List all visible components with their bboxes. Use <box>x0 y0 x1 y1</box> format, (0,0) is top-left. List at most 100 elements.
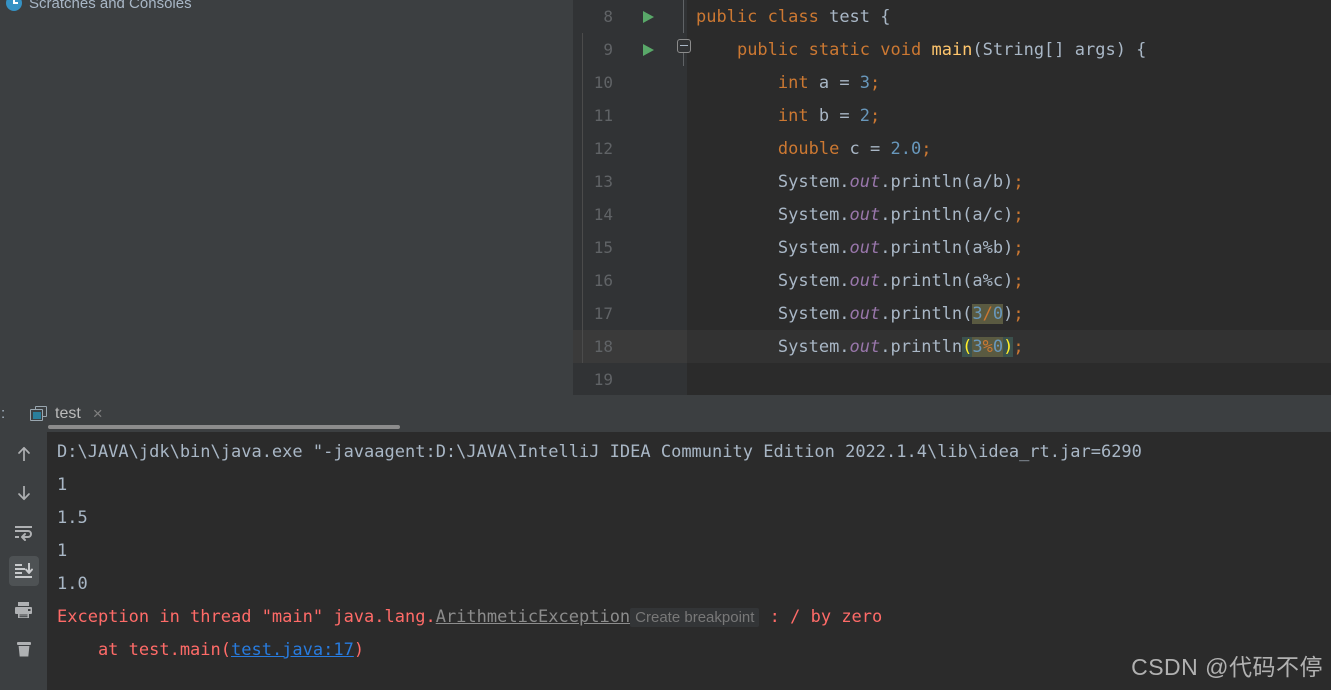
code-token: System. <box>777 171 850 192</box>
line-number: 8 <box>603 7 613 26</box>
soft-wrap-icon[interactable] <box>9 517 39 547</box>
code-editor[interactable]: 8 public class test {9 public static void… <box>573 0 1331 396</box>
close-icon[interactable]: × <box>89 405 103 422</box>
code-token: ; <box>1013 204 1024 225</box>
code-line[interactable]: 10 int a = 3; <box>573 66 1331 99</box>
printer-icon[interactable] <box>9 595 39 625</box>
exception-separator: : <box>759 607 791 627</box>
code-token: ( <box>962 336 973 357</box>
code-line[interactable]: 11 int b = 2; <box>573 99 1331 132</box>
editor-gutter[interactable]: 15 <box>573 231 687 264</box>
code-token: System. <box>777 303 850 324</box>
run-icon[interactable] <box>643 10 654 23</box>
fold-collapse-icon[interactable] <box>677 39 691 53</box>
editor-gutter[interactable]: 11 <box>573 99 687 132</box>
indent-guide <box>582 330 583 363</box>
indent-guide <box>582 33 583 66</box>
code-token: System. <box>777 237 850 258</box>
code-token: int <box>777 72 819 93</box>
code-token: out <box>849 270 881 291</box>
editor-gutter[interactable]: 8 <box>573 0 687 33</box>
project-tool-panel[interactable]: Scratches and Consoles <box>0 0 573 395</box>
code-token: .println(a/c) <box>880 204 1014 225</box>
active-tab-indicator <box>48 425 400 429</box>
editor-gutter[interactable]: 14 <box>573 198 687 231</box>
indent-guide <box>582 297 583 330</box>
code-line-text: public static void main(String[] args) { <box>582 33 1331 66</box>
fold-rail <box>683 53 684 66</box>
code-token: .println(a%c) <box>880 270 1014 291</box>
editor-gutter[interactable]: 16 <box>573 264 687 297</box>
scroll-to-end-icon[interactable] <box>8 556 39 586</box>
run-tool-window: : test × D:\JAVA\jdk\bin\java.exe "-java… <box>0 395 1331 690</box>
code-line[interactable]: 8 public class test { <box>573 0 1331 33</box>
create-breakpoint-link[interactable]: Create breakpoint <box>630 608 760 627</box>
code-token: .println <box>880 336 963 357</box>
code-token: / <box>982 303 993 324</box>
code-line-text: System.out.println(3/0); <box>582 297 1331 330</box>
console-output-line: 1 <box>57 475 68 495</box>
code-token: 3 <box>972 303 983 324</box>
code-line[interactable]: 15 System.out.println(a%b); <box>573 231 1331 264</box>
console-toolbar <box>0 432 47 690</box>
console-exception-line: Exception in thread "main" java.lang.Ari… <box>57 601 1331 634</box>
code-line-text: double c = 2.0; <box>582 132 1331 165</box>
code-token: ; <box>921 138 932 159</box>
code-token: test <box>829 6 871 27</box>
code-token: out <box>849 336 881 357</box>
editor-gutter[interactable]: 19 <box>573 363 687 396</box>
code-token: c = <box>849 138 891 159</box>
arrow-up-icon[interactable] <box>9 439 39 469</box>
indent-guide <box>582 132 583 165</box>
code-line[interactable]: 17 System.out.println(3/0); <box>573 297 1331 330</box>
code-token: ; <box>1013 303 1024 324</box>
lightbulb-icon[interactable] <box>635 335 650 350</box>
editor-gutter[interactable]: 9 <box>573 33 691 66</box>
code-line[interactable]: 18 System.out.println(3%0); <box>573 330 1331 363</box>
editor-gutter[interactable]: 10 <box>573 66 687 99</box>
line-number: 11 <box>593 106 613 125</box>
code-line-text: System.out.println(3%0); <box>582 330 1331 363</box>
code-line[interactable]: 16 System.out.println(a%c); <box>573 264 1331 297</box>
code-token: a = <box>818 72 860 93</box>
line-number: 10 <box>593 73 613 92</box>
console-output[interactable]: D:\JAVA\jdk\bin\java.exe "-javaagent:D:\… <box>47 432 1331 690</box>
editor-gutter[interactable]: 13 <box>573 165 687 198</box>
code-line[interactable]: 13 System.out.println(a/b); <box>573 165 1331 198</box>
code-token: public <box>696 6 768 27</box>
code-token: ) <box>1003 303 1014 324</box>
run-icon[interactable] <box>643 43 654 56</box>
editor-gutter[interactable]: 18 <box>573 330 687 363</box>
indent-guide <box>582 66 583 99</box>
trash-icon[interactable] <box>9 634 39 664</box>
editor-gutter[interactable]: 17 <box>573 297 687 330</box>
tree-item-scratches-and-consoles[interactable]: Scratches and Consoles <box>0 0 192 14</box>
code-line[interactable]: 9 public static void main(String[] args)… <box>573 33 1331 66</box>
code-token: ; <box>1013 270 1024 291</box>
console-command-line: D:\JAVA\jdk\bin\java.exe "-javaagent:D:\… <box>57 442 1142 462</box>
stackframe-source-link[interactable]: test.java:17 <box>231 640 354 660</box>
code-line[interactable]: 14 System.out.println(a/c); <box>573 198 1331 231</box>
fold-rail <box>683 0 684 33</box>
code-token: double <box>777 138 850 159</box>
stackframe-prefix: at test.main( <box>57 640 231 660</box>
code-token: 2 <box>859 105 871 126</box>
console-body: D:\JAVA\jdk\bin\java.exe "-javaagent:D:\… <box>0 432 1331 690</box>
code-line[interactable]: 12 double c = 2.0; <box>573 132 1331 165</box>
console-output-line: 1 <box>57 541 68 561</box>
code-line[interactable]: 19 <box>573 363 1331 396</box>
arrow-down-icon[interactable] <box>9 478 39 508</box>
code-token: out <box>849 171 881 192</box>
scratches-icon <box>6 0 22 11</box>
intellij-idea-window: Scratches and Consoles 8 public class tes… <box>0 0 1331 690</box>
code-token: System. <box>777 336 850 357</box>
editor-gutter[interactable]: 12 <box>573 132 687 165</box>
code-token: class <box>767 6 830 27</box>
code-token: 2.0 <box>890 138 922 159</box>
exception-type-link[interactable]: ArithmeticException <box>436 607 630 627</box>
console-output-line: 1.0 <box>57 574 88 594</box>
code-token: System. <box>777 204 850 225</box>
